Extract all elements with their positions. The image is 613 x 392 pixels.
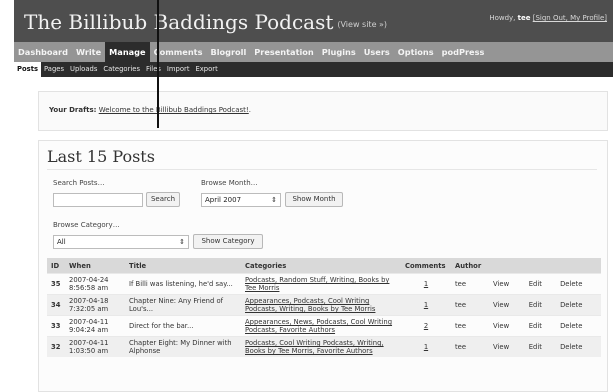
post-author: tee [451, 273, 489, 295]
post-categories[interactable]: Appearances, News, Podcasts, Cool Writin… [241, 315, 401, 337]
post-id: 32 [47, 336, 65, 357]
view-link[interactable]: View [489, 336, 525, 357]
post-when: 2007-04-11 9:04:24 am [65, 315, 125, 337]
post-title: Direct for the bar... [125, 315, 241, 337]
col-categories: Categories [241, 258, 401, 274]
site-title: The Billibub Baddings Podcast (View site … [24, 10, 387, 34]
subnav-pages[interactable]: Pages [41, 62, 67, 77]
category-select[interactable]: All ⇕ [53, 235, 189, 249]
col-comments: Comments [401, 258, 451, 274]
view-link[interactable]: View [489, 273, 525, 295]
category-label: Browse Category… [53, 221, 120, 229]
post-comments-link[interactable]: 1 [401, 294, 451, 316]
col-delete [556, 258, 601, 274]
nav-dashboard[interactable]: Dashboard [14, 42, 72, 62]
nav-manage[interactable]: Manage [105, 42, 150, 62]
search-label: Search Posts… [53, 179, 105, 187]
post-comments-link[interactable]: 2 [401, 315, 451, 337]
edit-link[interactable]: Edit [524, 336, 557, 357]
month-select-value: April 2007 [205, 196, 242, 204]
edit-link[interactable]: Edit [524, 273, 557, 295]
subnav-categories[interactable]: Categories [100, 62, 143, 77]
subnav-posts[interactable]: Posts [14, 62, 41, 77]
month-select[interactable]: April 2007 ⇕ [201, 193, 281, 207]
nav-plugins[interactable]: Plugins [318, 42, 360, 62]
edit-link[interactable]: Edit [524, 294, 557, 316]
table-header-row: ID When Title Categories Comments Author [47, 258, 601, 274]
delete-link[interactable]: Delete [556, 273, 601, 295]
search-input[interactable] [53, 193, 143, 207]
annotation-pointer-line [157, 0, 159, 128]
table-row: 35 2007-04-24 8:56:58 am If Billi was li… [47, 273, 601, 295]
drafts-box: Your Drafts: Welcome to the Billibub Bad… [38, 91, 608, 131]
sub-nav: Posts Pages Uploads Categories Files Imp… [14, 62, 613, 77]
nav-write[interactable]: Write [72, 42, 105, 62]
posts-table: ID When Title Categories Comments Author… [47, 258, 601, 357]
posts-panel: Last 15 Posts Search Posts… Search Brows… [38, 140, 608, 392]
view-link[interactable]: View [489, 315, 525, 337]
subnav-files[interactable]: Files [143, 62, 164, 77]
post-title: If Billi was listening, he'd say... [125, 273, 241, 295]
table-row: 32 2007-04-11 1:03:50 am Chapter Eight: … [47, 336, 601, 357]
post-id: 35 [47, 273, 65, 295]
post-categories[interactable]: Appearances, Podcasts, Cool Writing Podc… [241, 294, 401, 316]
chevron-down-icon: ⇕ [179, 238, 185, 246]
delete-link[interactable]: Delete [556, 294, 601, 316]
edit-link[interactable]: Edit [524, 315, 557, 337]
col-author: Author [451, 258, 489, 274]
col-edit [524, 258, 557, 274]
view-site-link[interactable]: (View site ») [337, 20, 387, 29]
post-title: Chapter Eight: My Dinner with Alphonse [125, 336, 241, 357]
title-divider [47, 169, 597, 170]
post-author: tee [451, 336, 489, 357]
month-label: Browse Month… [201, 179, 258, 187]
delete-link[interactable]: Delete [556, 315, 601, 337]
drafts-text: Your Drafts: Welcome to the Billibub Bad… [49, 106, 251, 114]
post-categories[interactable]: Podcasts, Cool Writing Podcasts, Writing… [241, 336, 401, 357]
post-id: 33 [47, 315, 65, 337]
panel-title: Last 15 Posts [47, 147, 155, 166]
col-when: When [65, 258, 125, 274]
post-comments-link[interactable]: 1 [401, 336, 451, 357]
subnav-import[interactable]: Import [164, 62, 193, 77]
post-comments-link[interactable]: 1 [401, 273, 451, 295]
post-categories[interactable]: Podcasts, Random Stuff, Writing, Books b… [241, 273, 401, 295]
nav-options[interactable]: Options [394, 42, 438, 62]
post-when: 2007-04-11 1:03:50 am [65, 336, 125, 357]
user-links[interactable]: [Sign Out, My Profile] [533, 14, 607, 22]
site-title-text: The Billibub Baddings Podcast [24, 10, 334, 34]
col-view [489, 258, 525, 274]
show-month-button[interactable]: Show Month [285, 192, 343, 207]
user-name: tee [517, 14, 531, 22]
post-title: Chapter Nine: Any Friend of Lou's... [125, 294, 241, 316]
table-row: 33 2007-04-11 9:04:24 am Direct for the … [47, 315, 601, 337]
delete-link[interactable]: Delete [556, 336, 601, 357]
user-info: Howdy, tee [Sign Out, My Profile] [489, 14, 607, 22]
nav-blogroll[interactable]: Blogroll [206, 42, 250, 62]
drafts-label: Your Drafts: [49, 106, 97, 114]
draft-link[interactable]: Welcome to the Billibub Baddings Podcast… [99, 106, 249, 114]
chevron-down-icon: ⇕ [271, 196, 277, 204]
main-nav: Dashboard Write Manage Comments Blogroll… [14, 42, 613, 62]
user-greeting: Howdy, [489, 14, 518, 22]
view-link[interactable]: View [489, 294, 525, 316]
col-title: Title [125, 258, 241, 274]
category-select-value: All [57, 238, 66, 246]
admin-header: The Billibub Baddings Podcast (View site … [14, 0, 613, 42]
post-author: tee [451, 294, 489, 316]
col-id: ID [47, 258, 65, 274]
nav-presentation[interactable]: Presentation [250, 42, 317, 62]
search-button[interactable]: Search [146, 192, 180, 207]
subnav-uploads[interactable]: Uploads [67, 62, 100, 77]
post-when: 2007-04-24 8:56:58 am [65, 273, 125, 295]
post-when: 2007-04-18 7:32:05 am [65, 294, 125, 316]
table-row: 34 2007-04-18 7:32:05 am Chapter Nine: A… [47, 294, 601, 316]
nav-podpress[interactable]: podPress [438, 42, 489, 62]
post-author: tee [451, 315, 489, 337]
nav-users[interactable]: Users [360, 42, 394, 62]
post-id: 34 [47, 294, 65, 316]
subnav-export[interactable]: Export [192, 62, 220, 77]
show-category-button[interactable]: Show Category [193, 234, 263, 249]
drafts-suffix: . [248, 106, 251, 114]
